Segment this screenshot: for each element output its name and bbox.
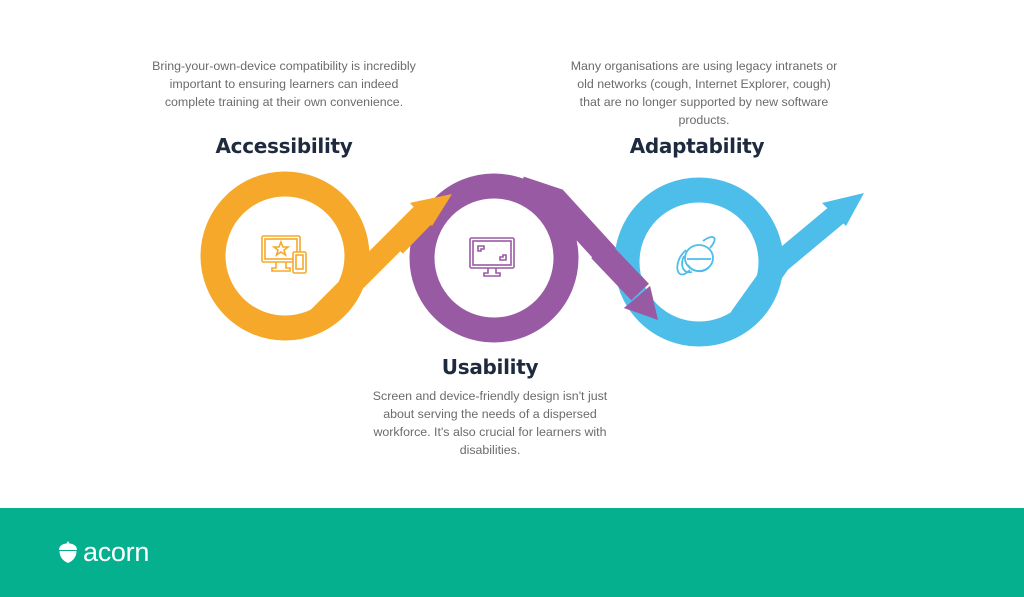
flow-diagram [200, 171, 864, 347]
adaptability-loop [614, 177, 864, 347]
monitor-fullscreen-icon [469, 237, 515, 277]
acorn-logo[interactable]: acorn [58, 537, 149, 567]
devices-star-icon [261, 235, 307, 274]
footer-bar [0, 508, 1024, 597]
acorn-icon [59, 541, 77, 563]
internet-explorer-icon [676, 236, 716, 276]
brand-name: acorn [83, 537, 150, 567]
